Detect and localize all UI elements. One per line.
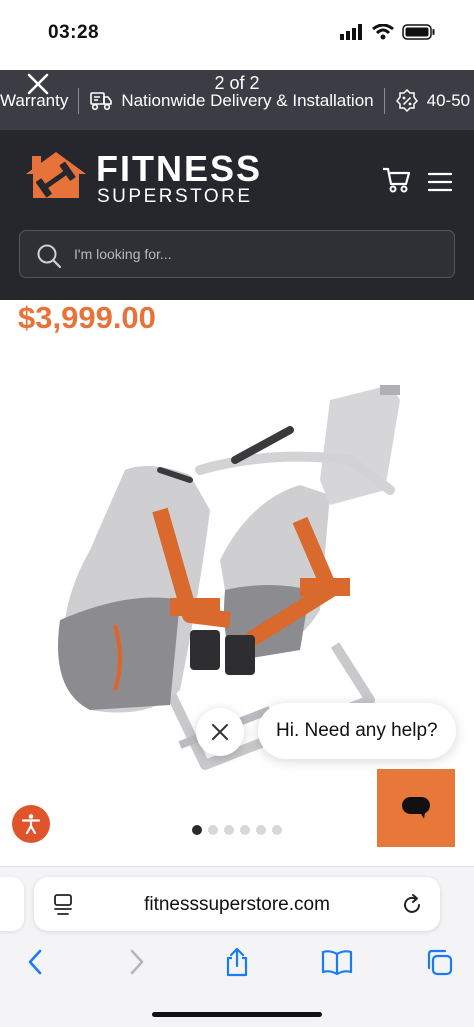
status-bar: 03:28 — [0, 0, 474, 70]
search-box — [19, 230, 455, 278]
chevron-right-icon — [130, 949, 144, 975]
forward-button[interactable] — [120, 945, 154, 979]
site-logo[interactable]: FITNESS SUPERSTORE — [24, 148, 294, 218]
promo-item-label: Nationwide Delivery & Installation — [121, 91, 374, 110]
discount-badge-icon — [395, 89, 418, 113]
browser-toolbar: fitnesssuperstore.com — [0, 866, 474, 1027]
wifi-icon — [372, 24, 394, 40]
status-icons — [340, 24, 436, 40]
accessibility-icon — [21, 814, 41, 835]
site-header: FITNESS SUPERSTORE — [0, 130, 474, 300]
search-input[interactable] — [74, 231, 444, 277]
battery-icon — [402, 24, 435, 40]
promo-item-warranty: Warranty — [0, 91, 68, 111]
chat-greeting-bubble[interactable]: Hi. Need any help? — [258, 703, 456, 759]
promo-divider — [78, 88, 80, 114]
product-price: $3,999.00 — [18, 300, 156, 335]
carousel-dot[interactable] — [208, 825, 218, 835]
book-icon — [321, 950, 353, 975]
bookmarks-button[interactable] — [320, 945, 354, 979]
close-icon — [212, 724, 228, 740]
delivery-truck-icon — [90, 92, 113, 111]
back-button[interactable] — [18, 945, 52, 979]
logo-text-superstore: SUPERSTORE — [97, 186, 253, 207]
signal-icon — [340, 24, 362, 40]
cart-icon[interactable] — [382, 166, 412, 194]
promo-item-label: 40-50 — [426, 91, 471, 110]
chat-bubble-icon — [402, 797, 430, 819]
accessibility-button[interactable] — [12, 805, 50, 843]
search-icon[interactable] — [36, 243, 62, 269]
previous-tab-preview[interactable] — [0, 877, 24, 931]
carousel-dot[interactable] — [240, 825, 250, 835]
promo-item-discount: 40-50 — [395, 89, 470, 113]
logo-text-fitness: FITNESS — [96, 148, 263, 189]
tabs-icon — [427, 949, 453, 976]
carousel-dots — [192, 825, 282, 835]
chevron-left-icon — [28, 949, 42, 975]
hamburger-menu-icon[interactable] — [428, 172, 452, 192]
share-button[interactable] — [220, 945, 254, 979]
promo-bar: 2 of 2 Warranty Nationwide Delivery & In… — [0, 70, 474, 130]
home-indicator — [152, 1012, 322, 1017]
url-text: fitnesssuperstore.com — [144, 894, 330, 915]
promo-item-delivery: Nationwide Delivery & Installation — [89, 90, 374, 112]
promo-divider — [383, 88, 385, 114]
share-icon — [226, 947, 248, 977]
status-time: 03:28 — [48, 22, 100, 43]
browser-nav-row — [0, 945, 474, 985]
chat-greeting-text: Hi. Need any help? — [276, 720, 438, 741]
chat-close-button[interactable] — [196, 708, 244, 756]
carousel-dot[interactable] — [272, 825, 282, 835]
tabs-button[interactable] — [422, 945, 456, 979]
reload-icon[interactable] — [400, 893, 424, 917]
carousel-dot[interactable] — [192, 825, 202, 835]
carousel-dot[interactable] — [224, 825, 234, 835]
promo-item-label: Warranty — [0, 91, 69, 110]
promo-row: Warranty Nationwide Delivery & Installat… — [0, 88, 470, 114]
address-bar[interactable]: fitnesssuperstore.com — [34, 877, 440, 931]
chat-launcher-button[interactable] — [377, 769, 455, 847]
logo-house-icon — [26, 152, 86, 198]
carousel-dot[interactable] — [256, 825, 266, 835]
